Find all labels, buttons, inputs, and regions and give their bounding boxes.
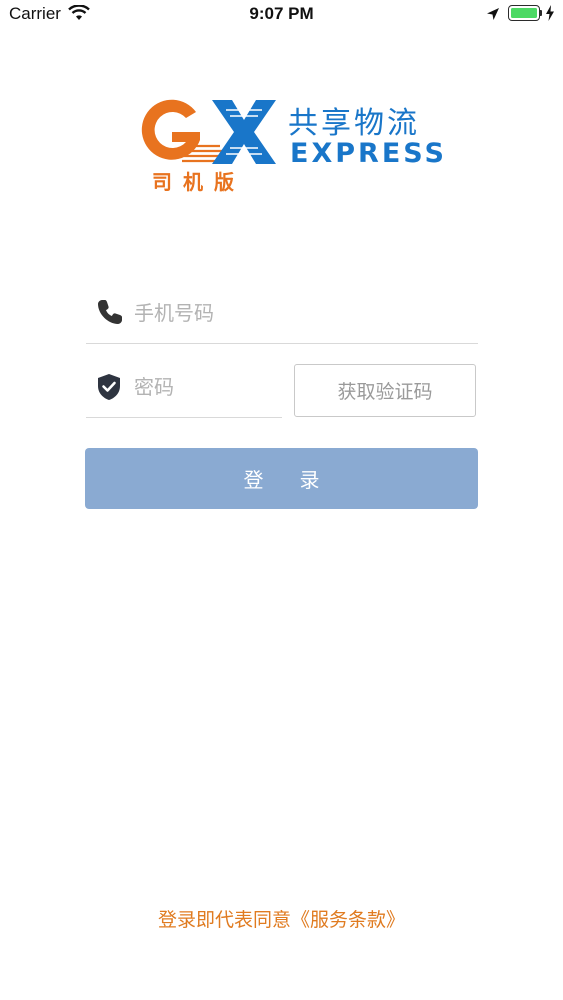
- logo-chinese-name: 共享物流: [288, 106, 420, 141]
- battery-icon: [508, 5, 540, 21]
- phone-field-row: [86, 288, 478, 344]
- code-field-row: [86, 362, 282, 418]
- clock-time: 9:07 PM: [249, 4, 314, 23]
- phone-number-input[interactable]: [134, 296, 464, 330]
- password-input[interactable]: [134, 370, 274, 404]
- login-button[interactable]: 登录: [85, 448, 478, 509]
- phone-icon: [96, 298, 124, 330]
- app-logo: 司机版 共享物流 EXPRESS: [130, 96, 444, 196]
- get-verification-code-button[interactable]: 获取验证码: [294, 364, 476, 417]
- location-arrow-icon: [486, 6, 500, 25]
- shield-check-icon: [97, 373, 121, 405]
- logo-english-name: EXPRESS: [290, 138, 447, 169]
- logo-driver-edition-label: 司机版: [152, 170, 245, 194]
- gx-logo-mark: [141, 99, 276, 164]
- terms-of-service-link[interactable]: 登录即代表同意《服务条款》: [0, 905, 563, 932]
- battery-level-fill: [511, 8, 537, 18]
- battery-tip: [540, 10, 542, 16]
- status-bar: Carrier 9:07 PM: [0, 0, 563, 30]
- charging-bolt-icon: [545, 5, 555, 25]
- login-screen: Carrier 9:07 PM 司机版 共享物流 EXPRESS 手机号码 密码…: [0, 0, 563, 1000]
